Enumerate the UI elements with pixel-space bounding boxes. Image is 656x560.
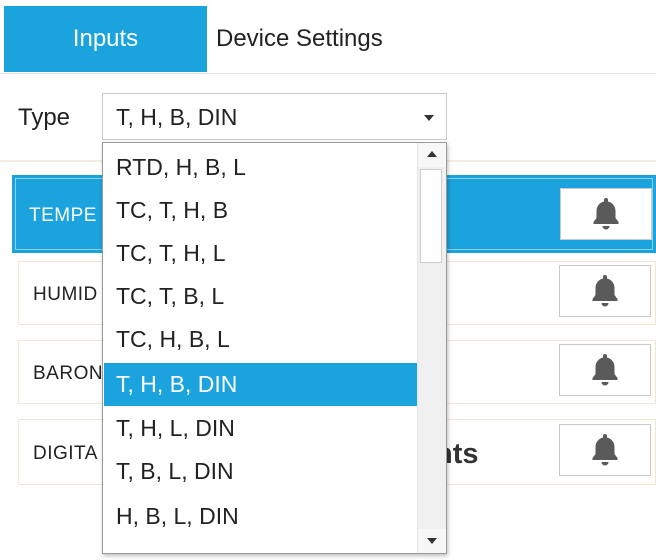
dropdown-option-selected[interactable]: T, H, B, DIN: [104, 363, 418, 406]
type-dropdown-list[interactable]: RTD, H, B, L TC, T, H, B TC, T, H, L TC,…: [102, 142, 447, 554]
dropdown-option[interactable]: TC, T, B, L: [104, 275, 418, 318]
scroll-down-button[interactable]: [418, 529, 446, 553]
dropdown-option[interactable]: TC, T, H, B: [104, 189, 418, 232]
bell-icon: [592, 275, 618, 307]
scroll-up-button[interactable]: [418, 143, 446, 167]
bell-icon: [592, 434, 618, 466]
alarm-button-humidity[interactable]: [559, 265, 651, 317]
tab-bar: Inputs Device Settings: [0, 0, 656, 74]
dropdown-option[interactable]: T, B, L, DIN: [104, 450, 418, 493]
dropdown-option[interactable]: H, B, L, DIN: [104, 495, 418, 538]
input-row-label: HUMID: [33, 284, 98, 305]
input-row-label: DIGITA: [33, 443, 98, 464]
chevron-down-icon: [424, 115, 434, 121]
alarm-button-digital[interactable]: [559, 424, 651, 476]
bell-icon: [593, 198, 619, 230]
dropdown-scrollbar[interactable]: [417, 143, 446, 553]
alarm-button-barometric[interactable]: [559, 344, 651, 396]
scrollbar-thumb[interactable]: [420, 169, 442, 263]
dropdown-option[interactable]: RTD, H, B, L: [104, 146, 418, 189]
dropdown-option[interactable]: TC, T, H, L: [104, 232, 418, 275]
type-label: Type: [18, 104, 71, 131]
chevron-down-icon: [427, 538, 437, 544]
input-row-label: BARON: [33, 363, 104, 384]
type-select-value: T, H, B, DIN: [116, 104, 238, 130]
dropdown-option[interactable]: TC, H, B, L: [104, 318, 418, 361]
tab-inputs[interactable]: Inputs: [4, 6, 207, 72]
bell-icon: [592, 354, 618, 386]
type-select[interactable]: T, H, B, DIN: [102, 93, 447, 140]
chevron-up-icon: [427, 151, 437, 157]
tab-device-settings[interactable]: Device Settings: [214, 6, 474, 72]
alarm-button-temperature[interactable]: [560, 188, 652, 240]
input-row-label: TEMPE: [29, 205, 97, 226]
dropdown-option[interactable]: T, H, L, DIN: [104, 407, 418, 450]
